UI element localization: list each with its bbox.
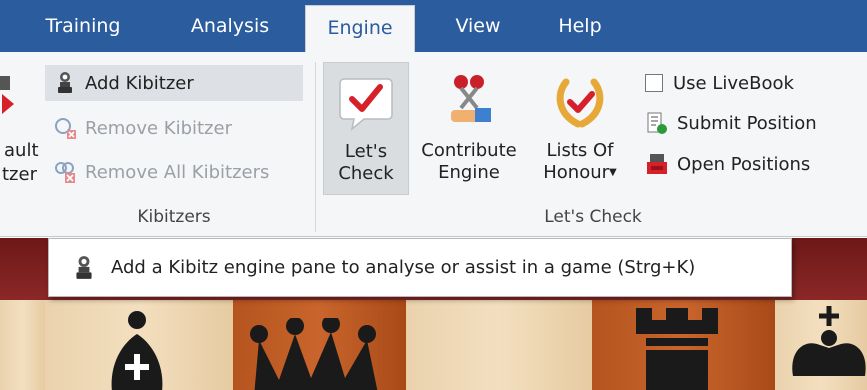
- lets-check-group-label: Let's Check: [544, 207, 642, 227]
- remove-kibitzer-label: Remove Kibitzer: [85, 117, 232, 139]
- black-bishop-icon: [111, 311, 163, 390]
- contribute-engine-label-1: Contribute: [421, 140, 517, 161]
- black-queen-icon: [250, 318, 378, 390]
- use-livebook-label: Use LiveBook: [673, 72, 794, 94]
- open-positions-label: Open Positions: [677, 153, 811, 175]
- laurel-wreath-icon: [556, 78, 604, 128]
- tooltip-text: Add a Kibitz engine pane to analyse or a…: [111, 257, 696, 278]
- default-kibitzer-label-2: tzer: [2, 164, 37, 185]
- tab-view[interactable]: View: [433, 0, 523, 52]
- board-square-rook[interactable]: [592, 300, 775, 390]
- remove-kibitzer-icon: [55, 118, 76, 139]
- contribute-engine-icon: [451, 75, 491, 122]
- lets-check-button[interactable]: Let's Check: [323, 62, 409, 195]
- board-square-king[interactable]: [775, 300, 867, 390]
- add-kibitzer-label: Add Kibitzer: [85, 72, 194, 94]
- tooltip: Add a Kibitz engine pane to analyse or a…: [48, 238, 792, 297]
- submit-position-button[interactable]: Submit Position: [645, 105, 860, 141]
- board-square-queen[interactable]: [233, 300, 406, 390]
- tab-help[interactable]: Help: [535, 0, 625, 52]
- contribute-engine-label-2: Engine: [438, 162, 500, 183]
- default-kibitzer-label-1: ault: [4, 140, 39, 161]
- kibitzer-engine-icon: [0, 76, 14, 114]
- kibitzers-group-label: Kibitzers: [137, 207, 211, 227]
- use-livebook-checkbox[interactable]: Use LiveBook: [645, 65, 855, 101]
- default-kibitzer-button-partial[interactable]: ault tzer: [0, 62, 42, 195]
- lets-check-label-2: Check: [338, 163, 394, 184]
- open-positions-icon: [647, 154, 667, 174]
- group-divider: [315, 62, 316, 232]
- checkbox-icon: [645, 74, 663, 92]
- kibitzer-engine-icon: [76, 255, 92, 279]
- lets-check-icon: [339, 78, 393, 131]
- remove-all-kibitzers-button[interactable]: Remove All Kibitzers: [45, 154, 303, 190]
- lists-of-honour-label-1: Lists Of: [546, 140, 614, 161]
- lists-of-honour-button[interactable]: Lists Of Honour▼: [530, 62, 630, 195]
- add-kibitzer-button[interactable]: Add Kibitzer: [45, 65, 303, 101]
- menu-bar: Training Analysis Engine View Help: [0, 0, 867, 52]
- kibitzer-engine-icon: [58, 72, 72, 93]
- board-square[interactable]: [406, 300, 592, 390]
- submit-position-icon: [647, 112, 667, 134]
- remove-kibitzer-button[interactable]: Remove Kibitzer: [45, 110, 303, 146]
- contribute-engine-button[interactable]: Contribute Engine: [412, 62, 526, 195]
- board-square[interactable]: [0, 300, 45, 390]
- tab-engine[interactable]: Engine: [305, 5, 415, 52]
- lists-of-honour-label-2: Honour▼: [543, 162, 617, 183]
- submit-position-label: Submit Position: [677, 112, 817, 134]
- black-king-icon: [792, 306, 866, 376]
- remove-all-kibitzers-label: Remove All Kibitzers: [85, 161, 270, 183]
- board-square-bishop[interactable]: [45, 300, 233, 390]
- ribbon: ault tzer Add Kibitzer Remove Kibitzer R…: [0, 52, 867, 237]
- dropdown-arrow-icon: ▼: [609, 167, 617, 178]
- open-positions-button[interactable]: Open Positions: [645, 146, 855, 182]
- tab-analysis[interactable]: Analysis: [165, 0, 295, 52]
- lets-check-label-1: Let's: [344, 141, 388, 162]
- remove-all-kibitzers-icon: [55, 162, 75, 183]
- black-rook-icon: [636, 308, 718, 390]
- tab-training[interactable]: Training: [18, 0, 148, 52]
